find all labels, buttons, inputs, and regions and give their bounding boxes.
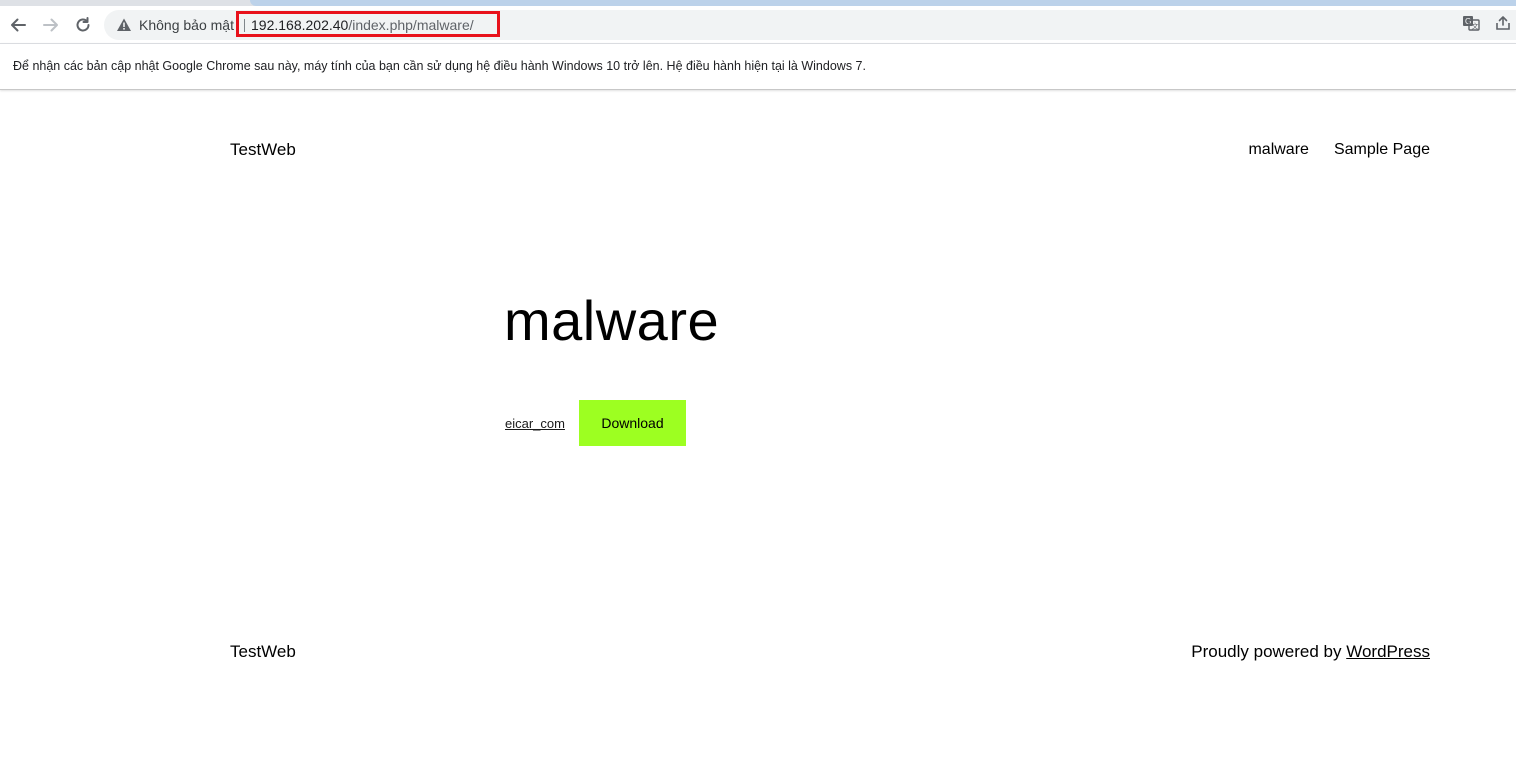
footer-site-title-link[interactable]: TestWeb (230, 642, 296, 662)
security-label[interactable]: Không bảo mật (139, 17, 234, 33)
page-title: malware (504, 289, 720, 352)
url-highlight-box: 192.168.202.40/index.php/malware/ (236, 11, 500, 37)
forward-arrow-icon[interactable] (40, 14, 62, 36)
browser-toolbar: Không bảo mật 192.168.202.40/index.php/m… (0, 6, 1516, 43)
url-text[interactable]: 192.168.202.40/index.php/malware/ (251, 17, 474, 33)
back-arrow-icon[interactable] (7, 14, 29, 36)
svg-text:G: G (1465, 17, 1471, 26)
share-icon[interactable] (1494, 14, 1512, 32)
nav-item-malware[interactable]: malware (1248, 141, 1308, 159)
update-infobar: Để nhận các bản cập nhật Google Chrome s… (0, 43, 1516, 90)
powered-by-text: Proudly powered by WordPress (1191, 642, 1430, 662)
powered-prefix: Proudly powered by (1191, 642, 1347, 661)
site-title-link[interactable]: TestWeb (230, 140, 296, 160)
translate-icon[interactable]: G文 (1462, 14, 1480, 32)
url-host: 192.168.202.40 (251, 17, 349, 33)
file-link[interactable]: eicar_com (505, 416, 565, 431)
nav-item-sample-page[interactable]: Sample Page (1334, 141, 1430, 159)
url-path: /index.php/malware/ (348, 17, 474, 33)
warning-icon[interactable] (116, 17, 132, 33)
svg-text:文: 文 (1472, 22, 1479, 31)
download-button[interactable]: Download (579, 400, 686, 446)
url-separator (244, 19, 245, 32)
infobar-message: Để nhận các bản cập nhật Google Chrome s… (13, 59, 866, 73)
site-navigation: malware Sample Page (1248, 141, 1430, 159)
reload-icon[interactable] (72, 14, 94, 36)
wordpress-link[interactable]: WordPress (1346, 642, 1430, 661)
address-bar[interactable]: Không bảo mật 192.168.202.40/index.php/m… (104, 10, 1516, 40)
